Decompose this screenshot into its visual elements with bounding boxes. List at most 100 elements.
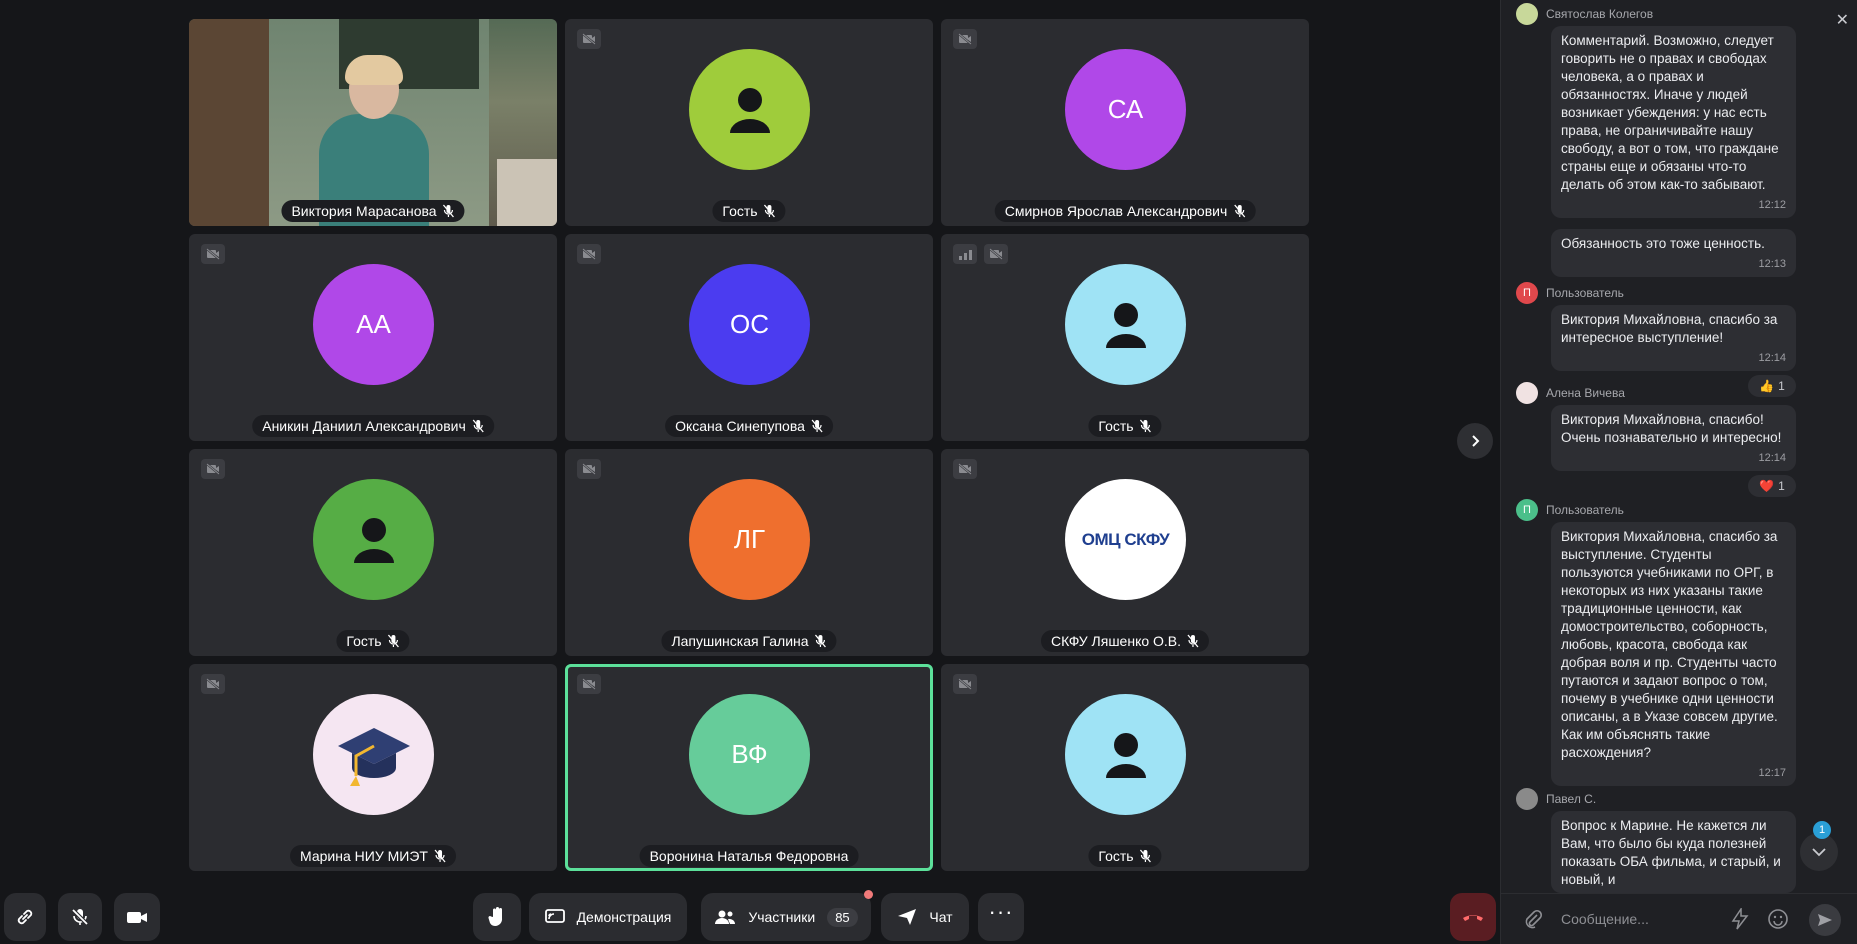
user-placeholder-icon (1105, 302, 1146, 348)
message-header: Павел С. (1516, 788, 1816, 810)
reaction-badge[interactable]: ❤️ 1 (1748, 475, 1796, 497)
participant-avatar: ОМЦ СКФУ (1065, 479, 1186, 600)
message-text: Обязанность это тоже ценность. (1561, 236, 1765, 251)
send-icon (1818, 914, 1832, 926)
chat-message: П Пользователь Виктория Михайловна, спасиб… (1516, 499, 1816, 786)
participants-button[interactable]: Участники 85 (701, 890, 873, 941)
message-header: Святослав Колегов (1516, 3, 1816, 25)
camera-off-icon (582, 678, 596, 690)
participant-avatar (689, 49, 810, 170)
participant-name-label: Гость (336, 630, 410, 652)
camera-off-indicator (984, 244, 1008, 264)
message-text: Виктория Михайловна, спасибо за выступле… (1561, 529, 1778, 760)
participant-name-label: Марина НИУ МИЭТ (290, 845, 456, 867)
mic-muted-icon (815, 634, 827, 648)
send-button[interactable] (1809, 904, 1841, 936)
participant-tile[interactable]: АА Аникин Даниил Александрович (189, 234, 557, 441)
participant-tile[interactable]: Гость (565, 19, 933, 226)
close-chat-icon[interactable]: ✕ (1836, 10, 1849, 30)
mic-muted-icon (811, 419, 823, 433)
chat-messages: Святослав Колегов Комментарий. Возможно, … (1501, 0, 1857, 893)
more-button[interactable]: ··· (978, 893, 1024, 941)
screen-share-icon (544, 909, 565, 923)
participant-tile[interactable]: ОМЦ СКФУ СКФУ Ляшенко О.В. (941, 449, 1309, 656)
author-avatar (1516, 3, 1538, 25)
camera-icon (127, 912, 147, 923)
participant-avatar (1065, 694, 1186, 815)
more-dots-icon: ··· (988, 899, 1014, 924)
mic-muted-icon (472, 419, 484, 433)
video-stage: Виктория Марасанова Гость СА Смирнов Яросла… (0, 0, 1500, 944)
unread-count-badge: 1 (1813, 821, 1831, 839)
camera-off-icon (206, 463, 220, 475)
participant-tile[interactable]: ОС Оксана Синепупова (565, 234, 933, 441)
message-text: Вопрос к Марине. Не кажется ли Вам, что … (1561, 818, 1781, 887)
message-bubble[interactable]: Виктория Михайловна, спасибо за интересн… (1551, 305, 1796, 371)
hangup-button[interactable] (1450, 893, 1496, 941)
mic-muted-icon (764, 204, 776, 218)
participant-name: Виктория Марасанова (291, 203, 437, 219)
participant-name: Гость (722, 203, 758, 219)
camera-off-icon (206, 678, 220, 690)
message-bubble[interactable]: Виктория Михайловна, спасибо! Очень позн… (1551, 405, 1796, 471)
participant-tile[interactable]: Гость (189, 449, 557, 656)
people-icon (715, 910, 736, 924)
camera-off-indicator (577, 459, 601, 479)
graduation-cap-icon (337, 727, 410, 786)
author-avatar (1516, 788, 1538, 810)
avatar-initials: АА (356, 309, 391, 339)
send-plane-icon (898, 909, 917, 925)
message-bubble[interactable]: Вопрос к Марине. Не кажется ли Вам, что … (1551, 811, 1796, 893)
participant-name-label: Аникин Даниил Александрович (252, 415, 494, 437)
mic-muted-icon (1187, 634, 1199, 648)
chevron-right-icon (1472, 435, 1480, 447)
screen-share-button[interactable]: Демонстрация (529, 893, 687, 941)
raise-hand-button[interactable] (473, 893, 521, 941)
camera-off-indicator (201, 459, 225, 479)
participant-tile[interactable]: Гость (941, 664, 1309, 871)
mic-muted-icon (388, 634, 400, 648)
message-header: П Пользователь (1516, 282, 1816, 304)
message-time: 12:14 (1758, 452, 1786, 464)
reaction-count: 1 (1778, 479, 1785, 493)
emoji-icon[interactable] (1767, 908, 1789, 930)
participant-tile[interactable]: Марина НИУ МИЭТ (189, 664, 557, 871)
paperclip-icon[interactable] (1523, 909, 1543, 929)
participant-name: Аникин Даниил Александрович (262, 418, 466, 434)
participant-name-label: Воронина Наталья Федоровна (639, 845, 859, 867)
mic-muted-icon (443, 204, 455, 218)
signal-strength-icon (953, 244, 977, 264)
next-page-button[interactable] (1457, 423, 1493, 459)
message-bubble[interactable]: Обязанность это тоже ценность. 12:13 (1551, 229, 1796, 277)
participant-tile[interactable]: Виктория Марасанова (189, 19, 557, 226)
message-bubble[interactable]: Виктория Михайловна, спасибо за выступле… (1551, 522, 1796, 786)
participant-name: Воронина Наталья Федоровна (649, 848, 849, 864)
lightning-icon[interactable] (1731, 908, 1749, 930)
message-bubble[interactable]: Комментарий. Возможно, следует говорить … (1551, 26, 1796, 218)
avatar-initials: СА (1107, 94, 1144, 124)
camera-button[interactable] (114, 893, 160, 941)
copy-link-button[interactable] (4, 893, 46, 941)
participant-tile[interactable]: ЛГ Лапушинская Галина (565, 449, 933, 656)
participant-name: СКФУ Ляшенко О.В. (1050, 633, 1182, 649)
message-input[interactable]: Сообщение... (1561, 911, 1649, 927)
author-name: Павел С. (1546, 792, 1597, 806)
participant-avatar: ОС (689, 264, 810, 385)
notification-dot (864, 890, 873, 899)
participant-tile[interactable]: СА Смирнов Ярослав Александрович (941, 19, 1309, 226)
chat-panel: Святослав Колегов Комментарий. Возможно, … (1500, 0, 1857, 944)
participant-avatar: АА (313, 264, 434, 385)
chat-button[interactable]: Чат (881, 893, 969, 941)
participant-tile[interactable]: ВФ Воронина Наталья Федоровна (565, 664, 933, 871)
microphone-button[interactable] (58, 893, 102, 941)
call-toolbar: Демонстрация Участники 85 Чат ··· (0, 890, 1500, 944)
camera-off-indicator (577, 674, 601, 694)
author-name: Алена Вичева (1546, 386, 1625, 400)
org-logo: ОМЦ СКФУ (1081, 529, 1170, 549)
screen-share-label: Демонстрация (576, 909, 672, 925)
mic-muted-icon (434, 849, 446, 863)
participant-name: Смирнов Ярослав Александрович (1004, 203, 1228, 219)
user-placeholder-icon (1105, 732, 1146, 778)
participants-label: Участники (748, 909, 816, 925)
participant-tile[interactable]: Гость (941, 234, 1309, 441)
